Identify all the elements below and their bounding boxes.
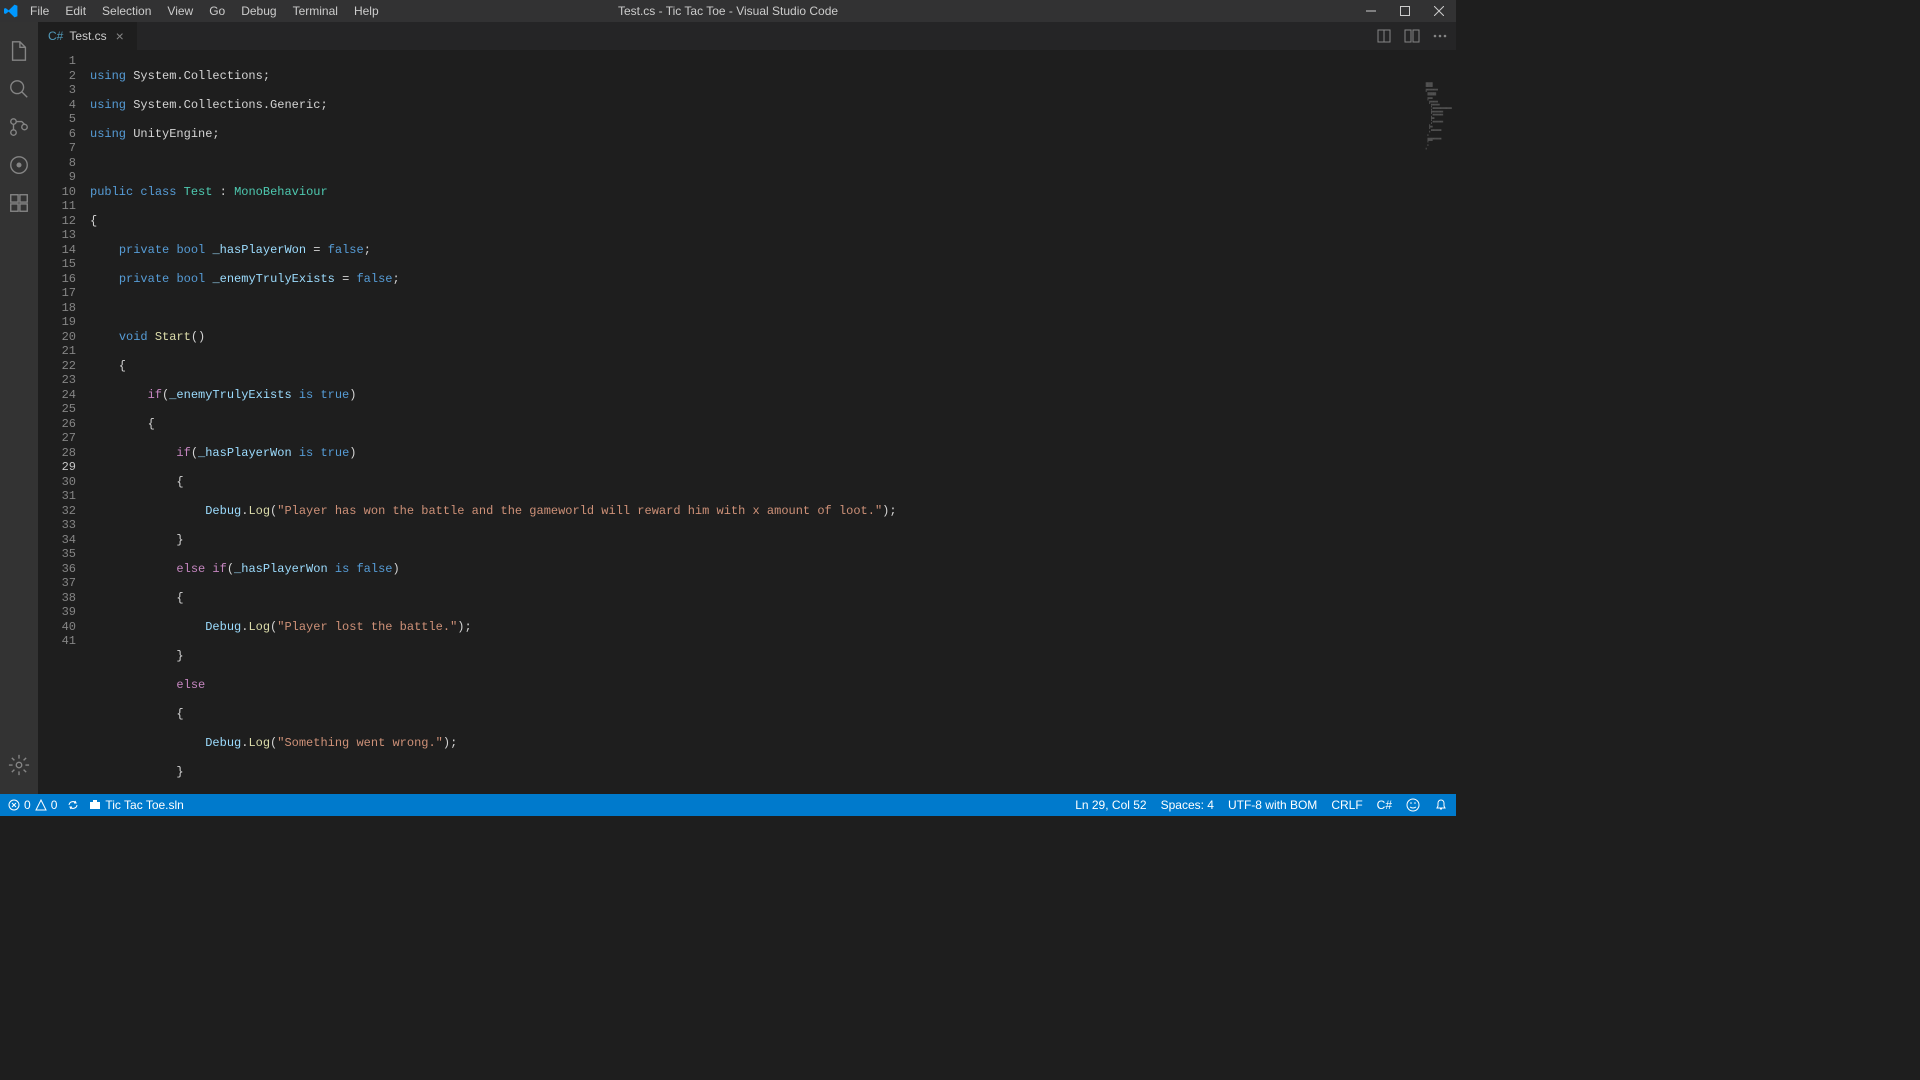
statusbar: 0 0 Tic Tac Toe.sln Ln 29, Col 52 Spaces… bbox=[0, 794, 1456, 816]
tab-label: Test.cs bbox=[69, 29, 106, 43]
status-bell-icon[interactable] bbox=[1434, 798, 1448, 812]
status-solution[interactable]: Tic Tac Toe.sln bbox=[89, 798, 183, 812]
status-encoding[interactable]: UTF-8 with BOM bbox=[1228, 798, 1317, 812]
menu-edit[interactable]: Edit bbox=[57, 0, 94, 22]
menubar: File Edit Selection View Go Debug Termin… bbox=[22, 0, 387, 22]
status-eol[interactable]: CRLF bbox=[1331, 798, 1362, 812]
status-spaces[interactable]: Spaces: 4 bbox=[1161, 798, 1214, 812]
more-actions-icon[interactable] bbox=[1430, 26, 1450, 46]
window-controls bbox=[1354, 0, 1456, 22]
open-changes-icon[interactable] bbox=[1374, 26, 1394, 46]
activitybar bbox=[0, 22, 38, 794]
menu-debug[interactable]: Debug bbox=[233, 0, 284, 22]
status-language[interactable]: C# bbox=[1377, 798, 1392, 812]
debug-icon[interactable] bbox=[0, 146, 38, 184]
extensions-icon[interactable] bbox=[0, 184, 38, 222]
menu-help[interactable]: Help bbox=[346, 0, 387, 22]
main-area: C# Test.cs × 123456789101112131415161718… bbox=[0, 22, 1456, 794]
close-icon[interactable] bbox=[1422, 0, 1456, 22]
csharp-file-icon: C# bbox=[48, 29, 63, 43]
explorer-icon[interactable] bbox=[0, 32, 38, 70]
minimap[interactable]: ███████████████████████████████████████ … bbox=[1366, 78, 1456, 794]
titlebar: File Edit Selection View Go Debug Termin… bbox=[0, 0, 1456, 22]
editor-body[interactable]: 1234567891011121314151617181920212223242… bbox=[38, 50, 1456, 794]
editor-actions bbox=[1374, 26, 1450, 46]
tab-test-cs[interactable]: C# Test.cs × bbox=[38, 22, 138, 50]
source-control-icon[interactable] bbox=[0, 108, 38, 146]
line-gutter: 1234567891011121314151617181920212223242… bbox=[38, 50, 90, 794]
maximize-icon[interactable] bbox=[1388, 0, 1422, 22]
menu-selection[interactable]: Selection bbox=[94, 0, 159, 22]
tabbar: C# Test.cs × bbox=[38, 22, 1456, 50]
vscode-logo-icon bbox=[0, 0, 22, 22]
menu-go[interactable]: Go bbox=[201, 0, 233, 22]
tab-close-icon[interactable]: × bbox=[113, 29, 127, 43]
split-editor-icon[interactable] bbox=[1402, 26, 1422, 46]
menu-terminal[interactable]: Terminal bbox=[285, 0, 346, 22]
search-icon[interactable] bbox=[0, 70, 38, 108]
window-title: Test.cs - Tic Tac Toe - Visual Studio Co… bbox=[618, 4, 838, 18]
settings-gear-icon[interactable] bbox=[0, 746, 38, 784]
status-cursor[interactable]: Ln 29, Col 52 bbox=[1075, 798, 1146, 812]
code-content[interactable]: using System.Collections; using System.C… bbox=[90, 50, 1456, 794]
minimize-icon[interactable] bbox=[1354, 0, 1388, 22]
menu-file[interactable]: File bbox=[22, 0, 57, 22]
menu-view[interactable]: View bbox=[159, 0, 201, 22]
editor-area: C# Test.cs × 123456789101112131415161718… bbox=[38, 22, 1456, 794]
status-sync-icon[interactable] bbox=[67, 799, 79, 811]
status-feedback-icon[interactable] bbox=[1406, 798, 1420, 812]
status-errors[interactable]: 0 0 bbox=[8, 798, 57, 812]
